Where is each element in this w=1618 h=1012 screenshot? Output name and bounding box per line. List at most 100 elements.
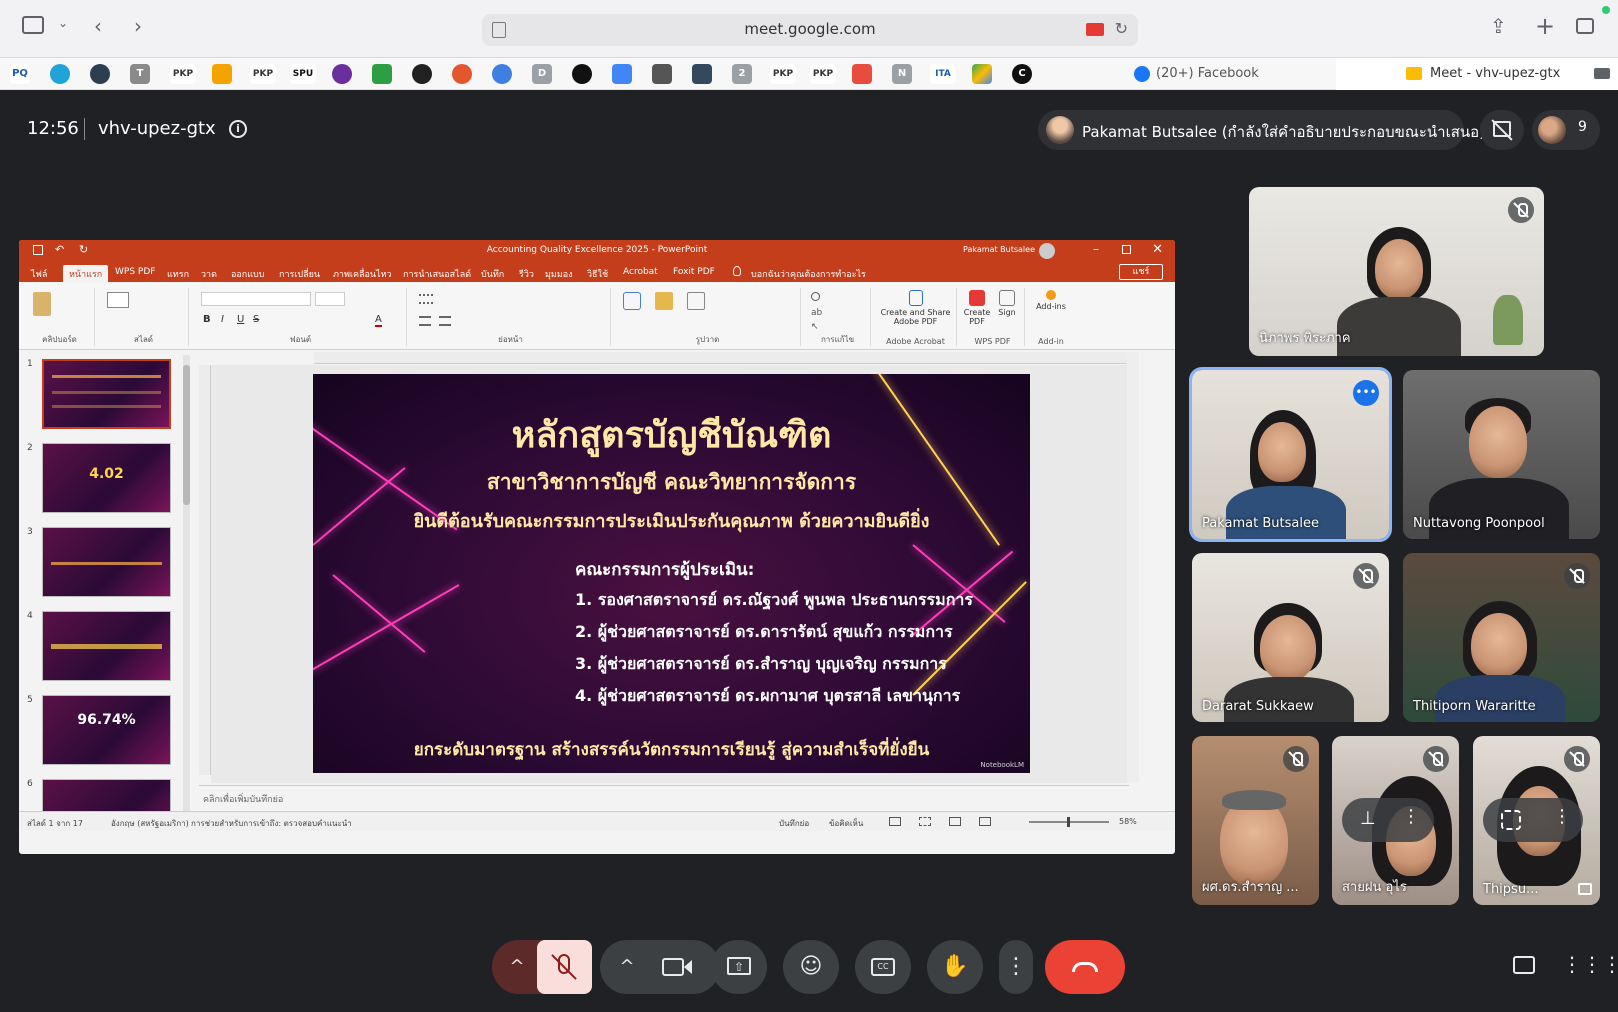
close-icon[interactable]: ✕ xyxy=(1152,242,1163,257)
bookmark-ita[interactable]: ITA xyxy=(930,64,956,84)
raise-hand-button[interactable]: ✋ xyxy=(927,940,983,994)
bookmark-icon[interactable] xyxy=(652,64,672,84)
menu-acrobat[interactable]: Acrobat xyxy=(623,267,658,277)
normal-view-icon[interactable] xyxy=(889,817,901,826)
menu-wps-pdf[interactable]: WPS PDF xyxy=(115,267,155,277)
participant-tile[interactable]: Thitiporn Wararitte xyxy=(1403,553,1600,722)
fullscreen-icon[interactable] xyxy=(1578,883,1592,895)
bookmark-icon[interactable] xyxy=(692,64,712,84)
bullets-icon[interactable] xyxy=(419,294,433,304)
bold-icon[interactable]: B xyxy=(203,314,211,325)
slide-thumbnail-5[interactable]: 96.74% xyxy=(42,695,171,765)
recording-camera-icon[interactable] xyxy=(1086,23,1104,36)
select-icon[interactable]: ↖ xyxy=(811,322,819,332)
bookmark-icon[interactable] xyxy=(492,64,512,84)
participant-tile[interactable]: ผศ.ดร.สำราญ ... xyxy=(1192,736,1319,905)
find-icon[interactable] xyxy=(811,292,820,301)
more-icon[interactable]: ⋮ xyxy=(1402,806,1420,827)
camera-options-button[interactable]: ^ xyxy=(600,940,720,994)
notes-toggle[interactable]: บันทึกย่อ xyxy=(779,817,809,830)
emoji-button[interactable]: ☺ xyxy=(783,940,839,994)
forward-icon[interactable]: › xyxy=(134,14,142,38)
slide-thumbnail-4[interactable] xyxy=(42,611,171,681)
new-tab-icon[interactable]: + xyxy=(1535,12,1555,40)
slideshow-icon[interactable] xyxy=(979,817,991,826)
align-center-icon[interactable] xyxy=(439,316,451,326)
bookmark-n[interactable]: N xyxy=(892,64,912,84)
address-bar[interactable]: meet.google.com ↻ xyxy=(482,14,1138,46)
addins-button[interactable]: Add-ins xyxy=(1029,290,1073,311)
bookmark-icon[interactable] xyxy=(212,64,232,84)
menu-review[interactable]: รีวิว xyxy=(519,267,534,281)
zoom-knob[interactable] xyxy=(1067,817,1070,827)
sidebar-icon[interactable] xyxy=(22,16,44,34)
chat-icon[interactable] xyxy=(1509,952,1539,982)
menu-record[interactable]: บันทึก xyxy=(481,267,504,281)
avatar[interactable] xyxy=(1039,243,1055,259)
menu-animations[interactable]: ภาพเคลื่อนไหว xyxy=(333,267,392,281)
bookmark-icon[interactable] xyxy=(90,64,110,84)
tab-meet[interactable]: Meet - vhv-upez-gtx xyxy=(1336,58,1618,90)
slide-sorter-icon[interactable] xyxy=(919,817,931,826)
bookmark-pkp[interactable]: PKP xyxy=(170,64,196,84)
audio-options-button[interactable]: ^ xyxy=(492,940,592,994)
camera-icon[interactable] xyxy=(1594,68,1610,79)
sign-button[interactable]: Sign xyxy=(993,290,1021,317)
participant-tile[interactable]: นิภาพร พิระภาค xyxy=(1249,187,1544,356)
thumbnail-scrollbar[interactable] xyxy=(183,355,190,815)
menu-design[interactable]: ออกแบบ xyxy=(231,267,265,281)
participant-tile[interactable]: ⊥ ⋮ สายฝน อุไร xyxy=(1332,736,1459,905)
replace-icon[interactable]: ab xyxy=(811,308,822,318)
more-icon[interactable]: ⋮ xyxy=(1553,806,1571,827)
bookmark-icon[interactable]: T xyxy=(130,64,150,84)
menu-view[interactable]: มุมมอง xyxy=(545,267,573,281)
chevron-down-icon[interactable]: ⌄ xyxy=(58,16,68,30)
zoom-level[interactable]: 58% xyxy=(1119,817,1137,826)
bookmark-icon[interactable] xyxy=(50,64,70,84)
participant-tile[interactable]: Dararat Sukkaew xyxy=(1192,553,1389,722)
info-icon[interactable]: i xyxy=(229,120,247,138)
more-options-button[interactable]: ⋮ xyxy=(999,940,1033,994)
share-icon[interactable]: ⇪ xyxy=(1490,14,1507,38)
pin-icon[interactable]: ⊥ xyxy=(1360,808,1376,829)
reading-view-icon[interactable] xyxy=(949,817,961,826)
bookmark-icon[interactable] xyxy=(412,64,432,84)
hide-self-view-button[interactable] xyxy=(1480,110,1524,150)
bookmark-d[interactable]: D xyxy=(532,64,552,84)
accessibility-status[interactable]: การช่วยสำหรับการเข้าถึง: ตรวจสอบคำแนะนำ xyxy=(191,817,352,830)
underline-icon[interactable]: U xyxy=(237,314,244,325)
align-left-icon[interactable] xyxy=(419,316,431,326)
reload-icon[interactable]: ↻ xyxy=(1115,19,1128,38)
menu-file[interactable]: ไฟล์ xyxy=(31,267,47,281)
bookmark-icon[interactable]: C xyxy=(1012,64,1032,84)
arrange-icon[interactable] xyxy=(655,292,673,310)
bookmark-icon[interactable] xyxy=(452,64,472,84)
new-slide-icon[interactable] xyxy=(107,292,129,308)
bookmark-spu[interactable]: SPU xyxy=(290,64,316,84)
captions-button[interactable]: CC xyxy=(855,940,911,994)
bookmark-drive-icon[interactable] xyxy=(972,64,992,84)
bookmark-icon[interactable] xyxy=(372,64,392,84)
scrollbar-thumb[interactable] xyxy=(183,365,190,505)
shapes-icon[interactable] xyxy=(623,292,641,310)
tab-facebook[interactable]: (20+) Facebook xyxy=(1130,58,1335,90)
end-call-button[interactable] xyxy=(1045,940,1125,994)
presenter-banner[interactable]: Pakamat Butsalee (กำลังใส่คำอธิบายประกอบ… xyxy=(1038,110,1485,150)
apps-icon[interactable]: ⋮⋮⋮ xyxy=(1562,952,1618,982)
comments-toggle[interactable]: ข้อคิดเห็น xyxy=(829,817,863,830)
bookmark-pq[interactable]: PQ xyxy=(10,64,30,84)
back-icon[interactable]: ‹ xyxy=(94,14,102,38)
italic-icon[interactable]: I xyxy=(221,314,224,325)
quick-styles-icon[interactable] xyxy=(687,292,705,310)
paste-icon[interactable] xyxy=(33,292,51,316)
slide-thumbnail-1[interactable] xyxy=(42,359,171,429)
menu-insert[interactable]: แทรก xyxy=(167,267,189,281)
share-button[interactable]: แชร์ xyxy=(1119,264,1163,280)
menu-transitions[interactable]: การเปลี่ยน xyxy=(279,267,320,281)
font-size-field[interactable] xyxy=(315,292,345,306)
menu-home[interactable]: หน้าแรก xyxy=(63,265,109,283)
bookmark-icon[interactable] xyxy=(852,64,872,84)
menu-draw[interactable]: วาด xyxy=(201,267,217,281)
bookmark-icon[interactable] xyxy=(572,64,592,84)
slide-thumbnail-2[interactable]: 4.02 xyxy=(42,443,171,513)
